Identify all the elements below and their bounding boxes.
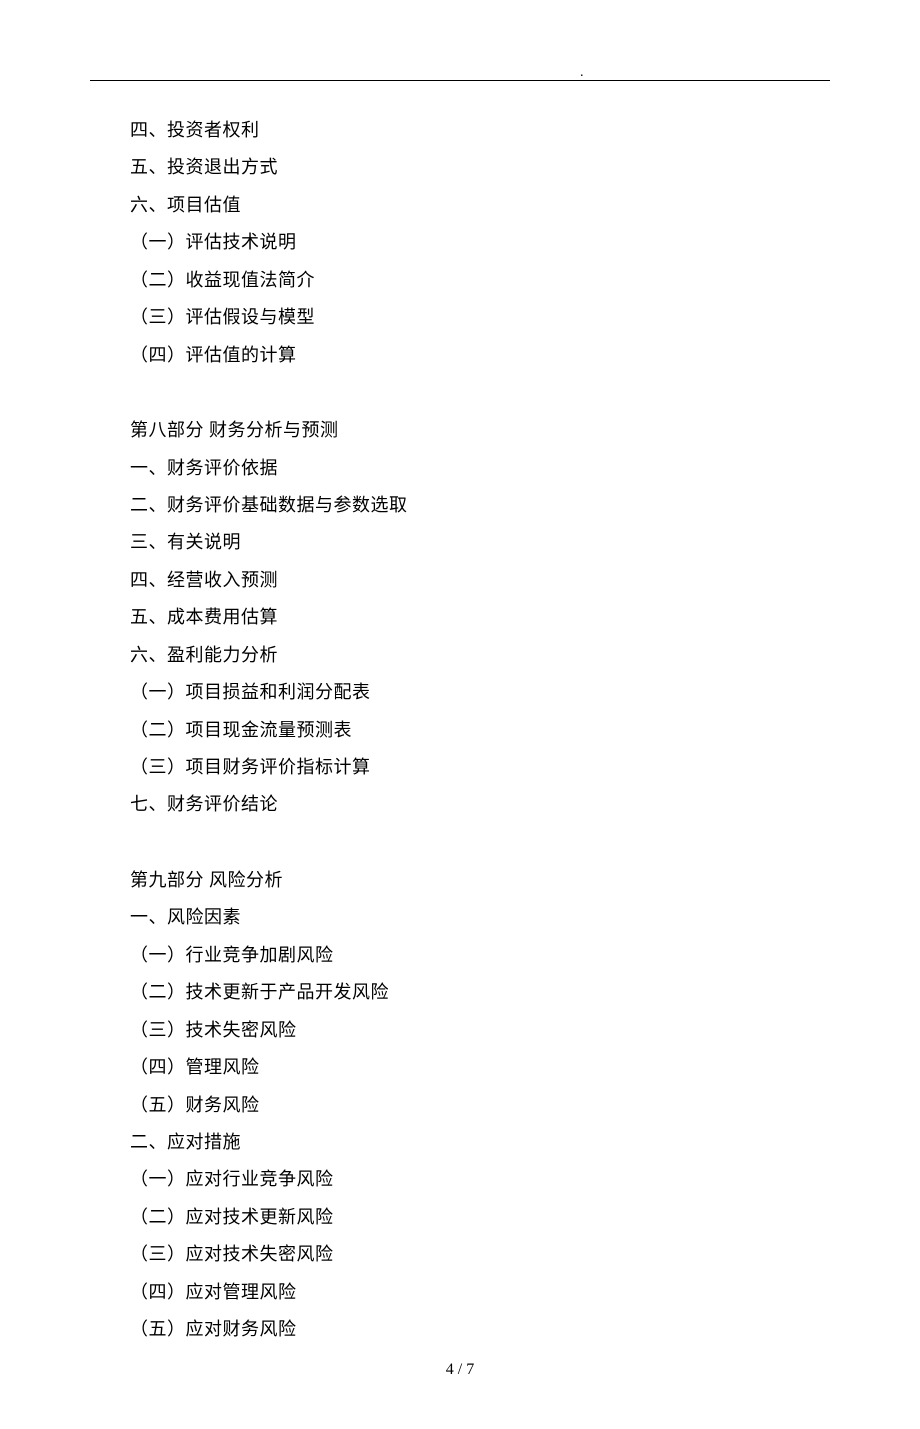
header-rule bbox=[90, 80, 830, 81]
outline-item: 四、经营收入预测 bbox=[130, 562, 830, 599]
outline-item: （一）项目损益和利润分配表 bbox=[130, 674, 830, 711]
document-page: . 四、投资者权利 五、投资退出方式 六、项目估值 （一）评估技术说明 （二）收… bbox=[0, 0, 920, 1429]
outline-item: （三）应对技术失密风险 bbox=[130, 1236, 830, 1273]
outline-item: （三）评估假设与模型 bbox=[130, 299, 830, 336]
outline-item: 一、财务评价依据 bbox=[130, 450, 830, 487]
outline-item: 五、成本费用估算 bbox=[130, 599, 830, 636]
outline-item: （二）项目现金流量预测表 bbox=[130, 712, 830, 749]
section-heading: 第九部分 风险分析 bbox=[130, 862, 830, 899]
section-heading: 第八部分 财务分析与预测 bbox=[130, 412, 830, 449]
blank-line bbox=[130, 374, 830, 412]
outline-item: （四）管理风险 bbox=[130, 1049, 830, 1086]
outline-item: （四）应对管理风险 bbox=[130, 1274, 830, 1311]
outline-item: （三）项目财务评价指标计算 bbox=[130, 749, 830, 786]
outline-item: （二）应对技术更新风险 bbox=[130, 1199, 830, 1236]
outline-item: 五、投资退出方式 bbox=[130, 149, 830, 186]
outline-item: 四、投资者权利 bbox=[130, 112, 830, 149]
outline-item: 二、财务评价基础数据与参数选取 bbox=[130, 487, 830, 524]
page-number: 4 / 7 bbox=[0, 1361, 920, 1379]
outline-item: 六、盈利能力分析 bbox=[130, 637, 830, 674]
outline-item: （二）收益现值法简介 bbox=[130, 262, 830, 299]
outline-item: 七、财务评价结论 bbox=[130, 786, 830, 823]
outline-item: （三）技术失密风险 bbox=[130, 1012, 830, 1049]
outline-item: （一）应对行业竞争风险 bbox=[130, 1161, 830, 1198]
outline-item: （二）技术更新于产品开发风险 bbox=[130, 974, 830, 1011]
blank-line bbox=[130, 824, 830, 862]
outline-item: 一、风险因素 bbox=[130, 899, 830, 936]
outline-item: （一）评估技术说明 bbox=[130, 224, 830, 261]
outline-item: （四）评估值的计算 bbox=[130, 337, 830, 374]
outline-item: （五）应对财务风险 bbox=[130, 1311, 830, 1348]
outline-item: 六、项目估值 bbox=[130, 187, 830, 224]
header-dot: . bbox=[580, 66, 584, 80]
outline-item: （一）行业竞争加剧风险 bbox=[130, 937, 830, 974]
document-body: 四、投资者权利 五、投资退出方式 六、项目估值 （一）评估技术说明 （二）收益现… bbox=[130, 112, 830, 1349]
outline-item: （五）财务风险 bbox=[130, 1087, 830, 1124]
outline-item: 二、应对措施 bbox=[130, 1124, 830, 1161]
outline-item: 三、有关说明 bbox=[130, 524, 830, 561]
